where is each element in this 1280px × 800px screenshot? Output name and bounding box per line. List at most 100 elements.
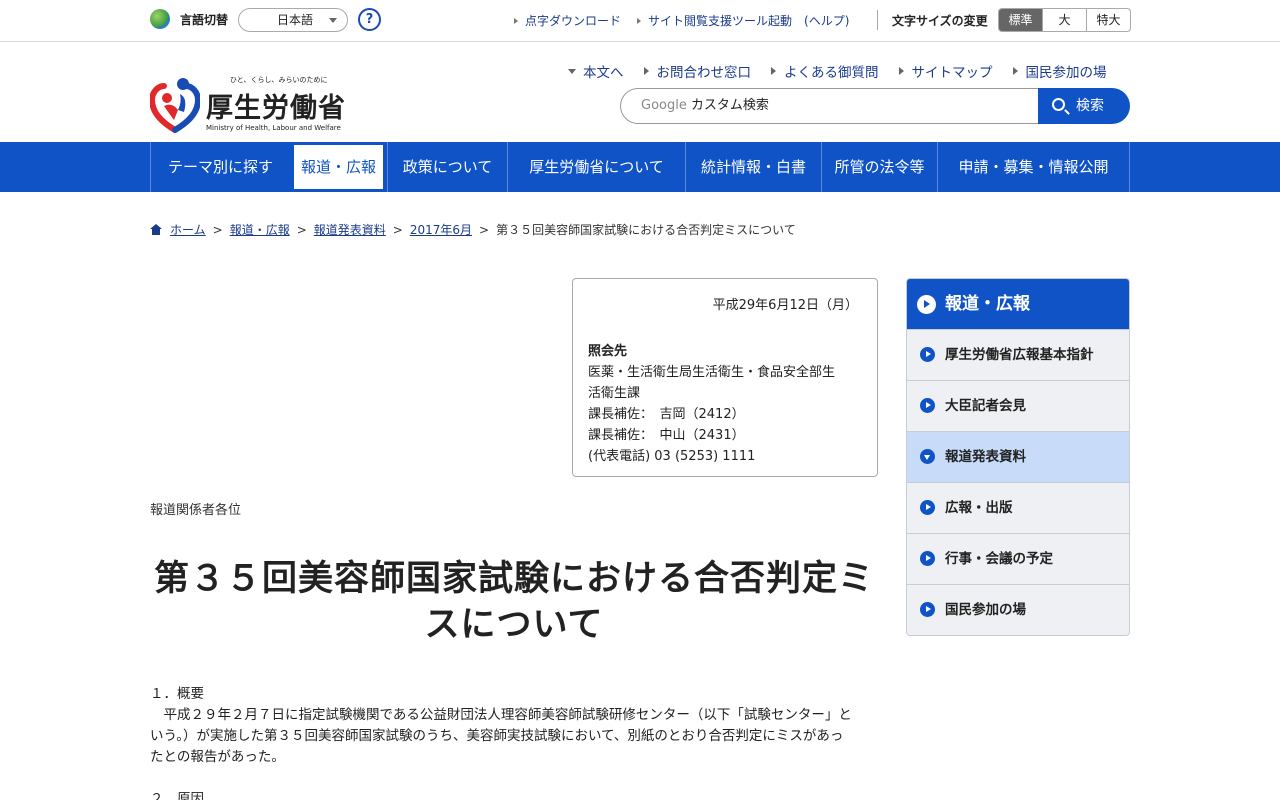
contact-line: 活衛生課 — [588, 386, 641, 401]
contact-line: 課長補佐： 中山（2431） — [588, 428, 745, 443]
contact-link[interactable]: お問合わせ窓口 — [643, 61, 752, 81]
language-select[interactable]: 日本語 — [238, 8, 348, 32]
section-heading: １．概要 — [150, 686, 204, 702]
sidebar-item-label: 報道発表資料 — [945, 449, 1026, 465]
faq-link[interactable]: よくある御質問 — [771, 61, 879, 81]
contact-line: 課長補佐： 吉岡（2412） — [588, 407, 745, 422]
help-button[interactable]: ? — [358, 8, 381, 31]
language-value: 日本語 — [277, 13, 314, 27]
arrow-circle-icon — [920, 347, 935, 362]
sidebar-heading-label: 報道・広報 — [945, 294, 1030, 314]
arrow-circle-icon — [920, 602, 935, 617]
sitemap-label: サイトマップ — [911, 65, 993, 81]
accessibility-tool-label: サイト閲覧支援ツール起動 (ヘルプ) — [648, 14, 850, 28]
arrow-down-circle-icon — [920, 449, 935, 464]
chevron-right-icon — [643, 67, 649, 75]
sidebar-item-events[interactable]: 行事・会議の予定 — [907, 533, 1129, 584]
breadcrumb-separator: > — [392, 222, 403, 237]
article-body: １．概要 平成２９年２月７日に指定試験機関である公益財団法人理容師美容師試験研修… — [150, 684, 880, 800]
arrow-circle-icon — [920, 398, 935, 413]
sidebar-item-label: 広報・出版 — [945, 500, 1013, 516]
nav-about[interactable]: 厚生労働省について — [507, 142, 685, 192]
sidebar-item-label: 厚生労働省広報基本指針 — [945, 347, 1094, 363]
sidebar-item-label: 国民参加の場 — [945, 602, 1026, 618]
nav-applications[interactable]: 申請・募集・情報公開 — [937, 142, 1130, 192]
braille-download-link[interactable]: 点字ダウンロード — [514, 12, 621, 29]
participation-link[interactable]: 国民参加の場 — [1012, 61, 1107, 81]
search-input[interactable]: Google カスタム検索 — [620, 88, 1040, 124]
faq-label: よくある御質問 — [784, 65, 879, 81]
breadcrumb-separator: > — [479, 222, 490, 237]
sidebar-item-press-conference[interactable]: 大臣記者会見 — [907, 380, 1129, 431]
contact-box: 平成29年6月12日（月） 照会先 医薬・生活衛生局生活衛生・食品安全部生 活衛… — [572, 278, 878, 477]
divider — [877, 10, 878, 30]
google-label: Google — [641, 98, 687, 113]
search-icon — [1052, 98, 1065, 111]
participation-label: 国民参加の場 — [1025, 65, 1107, 81]
breadcrumb-home[interactable]: ホーム — [170, 221, 206, 238]
braille-download-label: 点字ダウンロード — [525, 14, 622, 28]
arrow-circle-icon — [920, 551, 935, 566]
breadcrumb-separator: > — [296, 222, 307, 237]
font-size-buttons: 標準 大 特大 — [998, 8, 1131, 32]
font-size-large-button[interactable]: 大 — [1042, 9, 1086, 31]
skip-to-content-label: 本文へ — [583, 65, 624, 81]
paragraph-line: 平成２９年２月７日に指定試験機関である公益財団法人理容師美容師試験研修センター（… — [163, 707, 852, 723]
mhlw-logo-icon — [150, 78, 200, 133]
sidebar-item-publications[interactable]: 広報・出版 — [907, 482, 1129, 533]
accessibility-tool-link[interactable]: サイト閲覧支援ツール起動 (ヘルプ) — [637, 12, 849, 29]
sidebar-item-label: 大臣記者会見 — [945, 398, 1026, 414]
chevron-down-icon — [568, 68, 576, 74]
contact-line: 医薬・生活衛生局生活衛生・食品安全部生 — [588, 365, 836, 380]
language-switcher: 言語切替 日本語 ? — [150, 8, 381, 32]
triangle-right-icon — [637, 17, 642, 24]
paragraph-line: いう。）が実施した第３５回美容師国家試験のうち、美容師実技試験において、別紙のと… — [150, 728, 844, 744]
chevron-right-icon — [898, 67, 904, 75]
global-nav: テーマ別に探す 報道・広報 政策について 厚生労働省について 統計情報・白書 所… — [0, 142, 1280, 192]
font-size-xlarge-button[interactable]: 特大 — [1086, 9, 1130, 31]
nav-press[interactable]: 報道・広報 — [291, 142, 386, 192]
page-title: 第３５回美容師国家試験における合否判定ミ スについて — [150, 556, 878, 648]
paragraph-line: たとの報告があった。 — [150, 749, 285, 765]
search-button[interactable]: 検索 — [1038, 88, 1130, 124]
site-logo[interactable]: ひと、くらし、みらいのために 厚生労働省 Ministry of Health,… — [150, 74, 360, 134]
font-size-label: 文字サイズの変更 — [892, 14, 988, 28]
breadcrumb-press[interactable]: 報道・広報 — [230, 221, 290, 238]
search-button-label: 検索 — [1076, 98, 1104, 114]
sidebar-item-label: 行事・会議の予定 — [945, 551, 1053, 567]
page-title-line: スについて — [424, 605, 604, 645]
breadcrumb: ホーム > 報道・広報 > 報道発表資料 > 2017年6月 > 第３５回美容師… — [150, 221, 796, 238]
arrow-circle-icon — [920, 500, 935, 515]
language-label: 言語切替 — [180, 12, 229, 27]
globe-icon — [150, 9, 170, 29]
nav-laws[interactable]: 所管の法令等 — [821, 142, 937, 192]
sitemap-link[interactable]: サイトマップ — [898, 61, 993, 81]
breadcrumb-current: 第３５回美容師国家試験における合否判定ミスについて — [496, 223, 796, 237]
header-links: 本文へ お問合わせ窓口 よくある御質問 サイトマップ 国民参加の場 — [568, 61, 1107, 81]
skip-to-content-link[interactable]: 本文へ — [568, 61, 624, 81]
chevron-right-icon — [1012, 67, 1018, 75]
nav-statistics[interactable]: 統計情報・白書 — [685, 142, 821, 192]
utility-links: 点字ダウンロード サイト閲覧支援ツール起動 (ヘルプ) — [514, 12, 849, 29]
font-size-standard-button[interactable]: 標準 — [999, 9, 1042, 31]
contact-title: 照会先 — [588, 344, 628, 359]
release-date: 平成29年6月12日（月） — [712, 298, 858, 313]
sidebar-item-participation[interactable]: 国民参加の場 — [907, 584, 1129, 635]
page-title-line: 第３５回美容師国家試験における合否判定ミ — [153, 559, 874, 599]
nav-theme[interactable]: テーマ別に探す — [150, 142, 290, 192]
sidebar-item-pr-policy[interactable]: 厚生労働省広報基本指針 — [907, 329, 1129, 380]
sidebar: 報道・広報 厚生労働省広報基本指針 大臣記者会見 報道発表資料 広報・出版 行事… — [906, 278, 1130, 636]
sidebar-heading[interactable]: 報道・広報 — [907, 279, 1129, 329]
nav-policy[interactable]: 政策について — [387, 142, 507, 192]
addressee: 報道関係者各位 — [150, 503, 242, 518]
breadcrumb-separator: > — [212, 222, 223, 237]
section-heading: ２．原因 — [150, 791, 204, 800]
contact-line: (代表電話) 03 (5253) 1111 — [588, 449, 756, 464]
sidebar-item-press-releases[interactable]: 報道発表資料 — [907, 431, 1129, 482]
breadcrumb-releases[interactable]: 報道発表資料 — [314, 221, 386, 238]
breadcrumb-month[interactable]: 2017年6月 — [410, 221, 472, 238]
contact-label: お問合わせ窓口 — [656, 65, 752, 81]
logo-english: Ministry of Health, Labour and Welfare — [206, 124, 341, 132]
logo-name: 厚生労働省 — [206, 93, 346, 124]
search-placeholder: カスタム検索 — [690, 98, 769, 113]
